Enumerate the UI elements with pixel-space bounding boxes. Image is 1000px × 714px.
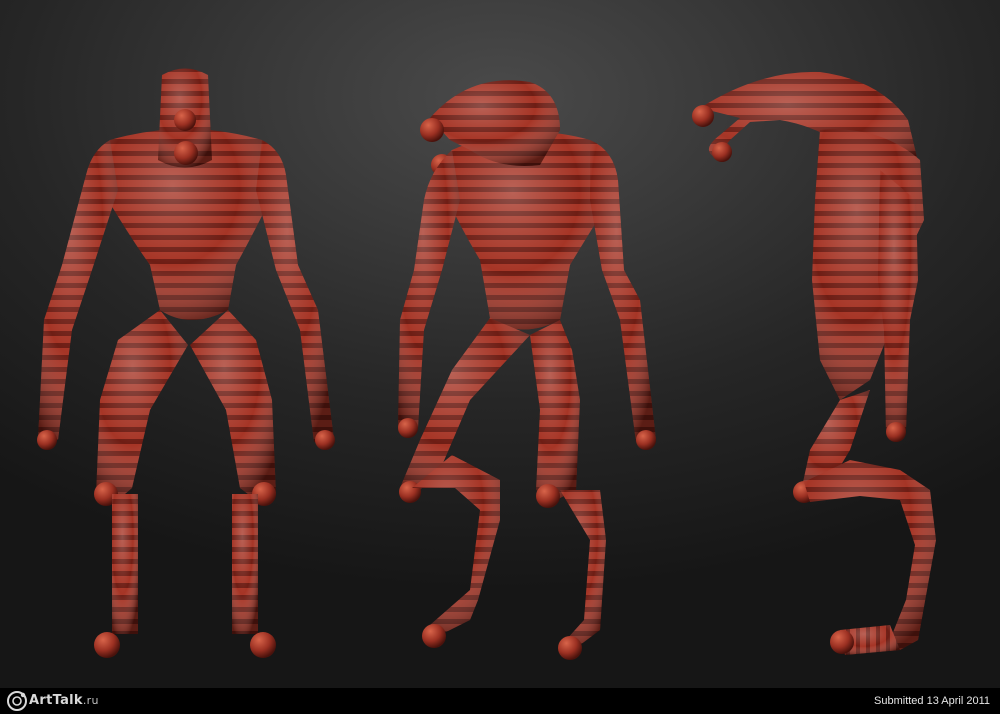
screenshot-page: ArtTalk.ru Submitted 13 April 2011 — [0, 0, 1000, 714]
creature-side-view — [692, 71, 936, 655]
render-viewport — [0, 0, 1000, 688]
creature-front-view — [37, 68, 335, 658]
render-canvas — [37, 68, 936, 660]
footer-bar: ArtTalk.ru Submitted 13 April 2011 — [0, 688, 1000, 714]
arttalk-logo-icon — [7, 691, 27, 711]
logo-wordmark: ArtTalk.ru — [29, 690, 99, 712]
submitted-date: Submitted 13 April 2011 — [874, 695, 990, 707]
arttalk-logo[interactable]: ArtTalk.ru — [6, 690, 99, 712]
creature-three-quarter-view — [398, 80, 656, 660]
logo-domain: .ru — [82, 694, 99, 707]
logo-text: ArtTalk — [29, 693, 83, 708]
